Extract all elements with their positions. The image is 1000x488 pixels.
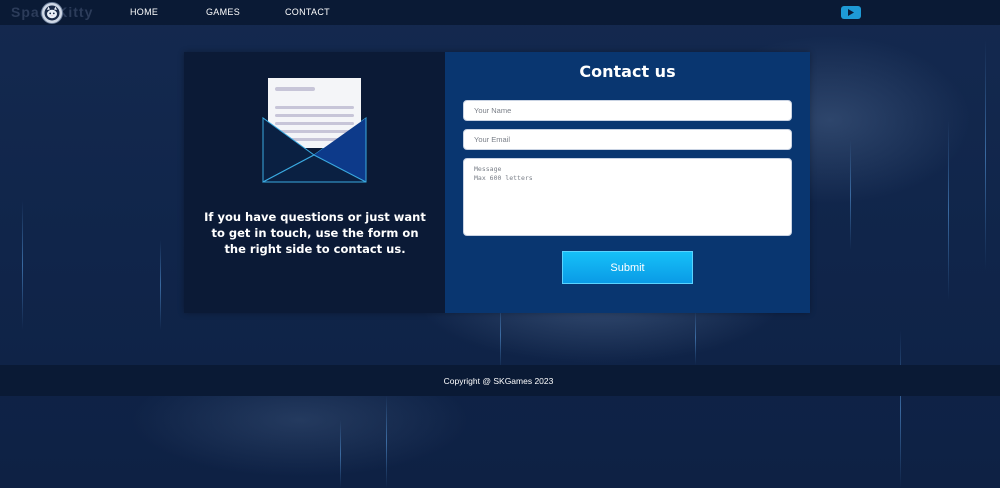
contact-intro-text: If you have questions or just want to ge… bbox=[204, 210, 426, 256]
email-input[interactable] bbox=[463, 129, 792, 150]
contact-card: If you have questions or just want to ge… bbox=[184, 52, 810, 313]
youtube-button[interactable] bbox=[841, 6, 861, 19]
contact-info-panel: If you have questions or just want to ge… bbox=[184, 52, 445, 313]
copyright-text: Copyright @ SKGames 2023 bbox=[443, 376, 554, 386]
submit-button[interactable]: Submit bbox=[562, 251, 693, 284]
message-textarea[interactable] bbox=[463, 158, 792, 236]
nav-home-link[interactable]: HOME bbox=[130, 7, 158, 17]
contact-form-panel: Contact us Submit bbox=[445, 52, 810, 313]
form-title: Contact us bbox=[579, 62, 676, 81]
cat-astronaut-icon bbox=[40, 1, 64, 29]
name-input[interactable] bbox=[463, 100, 792, 121]
nav-contact-link[interactable]: CONTACT bbox=[285, 7, 330, 17]
envelope-letter-icon bbox=[262, 78, 367, 183]
page-footer: Copyright @ SKGames 2023 bbox=[0, 365, 1000, 396]
youtube-icon bbox=[848, 9, 854, 16]
nav-games-link[interactable]: GAMES bbox=[206, 7, 240, 17]
top-navbar: SpaceKitty HOME GAMES CONTACT bbox=[0, 0, 1000, 25]
